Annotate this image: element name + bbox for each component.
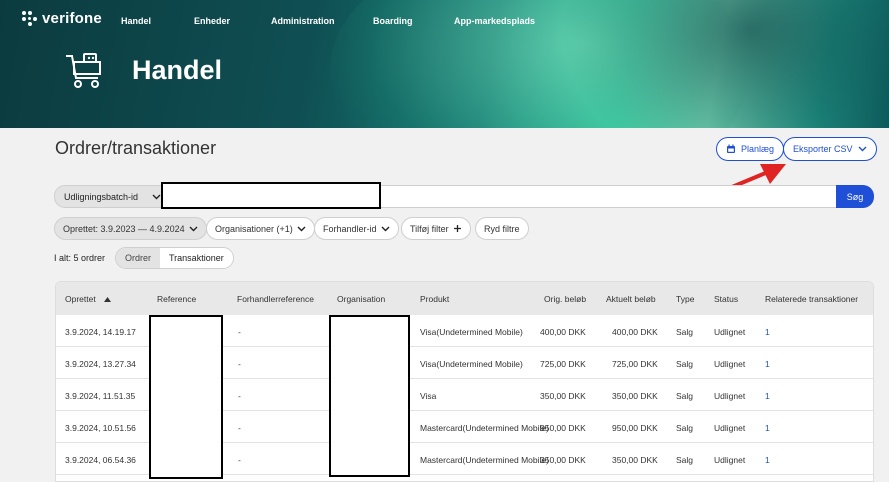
cell-reseller-reference: - — [238, 327, 241, 337]
add-filter-label: Tilføj filter — [410, 223, 449, 234]
cell-product: Mastercard(Undetermined Mobile) — [420, 455, 549, 465]
cell-current-amount: 400,00 DKK — [612, 327, 658, 337]
cell-current-amount: 350,00 DKK — [612, 455, 658, 465]
column-header-product[interactable]: Produkt — [420, 294, 449, 304]
hero-title: Handel — [132, 55, 223, 85]
reseller-id-filter-label: Forhandler-id — [323, 223, 377, 234]
cell-orig-amount: 400,00 DKK — [540, 327, 586, 337]
cell-status: Udlignet — [714, 359, 746, 369]
redacted-reference-column — [149, 315, 223, 479]
cell-created: 3.9.2024, 14.19.17 — [65, 327, 136, 337]
column-header-related-transactions[interactable]: Relaterede transaktioner — [765, 294, 858, 304]
organisations-filter-label: Organisationer (+1) — [215, 223, 293, 234]
cell-product: Mastercard(Undetermined Mobile) — [420, 423, 549, 433]
cell-status: Udlignet — [714, 455, 746, 465]
add-filter-button[interactable]: Tilføj filter — [401, 217, 471, 240]
cell-created: 3.9.2024, 13.27.34 — [65, 359, 136, 369]
cell-reseller-reference: - — [238, 423, 241, 433]
cell-status: Udlignet — [714, 423, 746, 433]
cell-orig-amount: 950,00 DKK — [540, 423, 586, 433]
clear-filters-label: Ryd filtre — [484, 223, 520, 234]
organisations-filter[interactable]: Organisationer (+1) — [206, 217, 315, 240]
total-count: I alt: 5 ordrer — [54, 253, 106, 263]
shopping-cart-icon — [66, 53, 101, 88]
chevron-down-icon — [189, 226, 198, 231]
chevron-down-icon — [152, 194, 161, 199]
chevron-down-icon — [858, 146, 867, 152]
nav-item-boarding[interactable]: Boarding — [373, 16, 413, 26]
cell-current-amount: 350,00 DKK — [612, 391, 658, 401]
reseller-id-filter[interactable]: Forhandler-id — [314, 217, 399, 240]
brand-logo[interactable]: verifone — [22, 10, 102, 27]
brand-name: verifone — [42, 10, 102, 27]
search-button[interactable]: Søg — [836, 185, 874, 208]
cell-type: Salg — [676, 391, 694, 401]
cell-type: Salg — [676, 327, 694, 337]
hero-banner: verifone Handel Enheder Administration B… — [0, 0, 889, 128]
toggle-orders[interactable]: Ordrer — [116, 248, 161, 268]
cell-product: Visa — [420, 391, 437, 401]
column-header-orig-amount[interactable]: Orig. beløb — [544, 294, 586, 304]
column-header-status[interactable]: Status — [714, 294, 738, 304]
column-header-label: Oprettet — [65, 294, 96, 304]
toggle-transactions[interactable]: Transaktioner — [160, 248, 233, 268]
plus-icon — [453, 225, 461, 232]
cell-type: Salg — [676, 423, 694, 433]
cell-product: Visa(Undetermined Mobile) — [420, 327, 523, 337]
column-header-created[interactable]: Oprettet — [65, 294, 112, 304]
cell-product: Visa(Undetermined Mobile) — [420, 359, 523, 369]
table-header: Oprettet Reference Forhandlerreference O… — [56, 282, 873, 315]
cell-reseller-reference: - — [238, 391, 241, 401]
export-csv-label: Eksporter CSV — [793, 144, 853, 154]
calendar-icon — [727, 144, 735, 153]
cell-reseller-reference: - — [238, 455, 241, 465]
search-field-select[interactable]: Udligningsbatch-id — [54, 185, 164, 208]
cell-current-amount: 725,00 DKK — [612, 359, 658, 369]
column-header-organisation[interactable]: Organisation — [337, 294, 385, 304]
transactions-table: Oprettet Reference Forhandlerreference O… — [55, 281, 874, 482]
chevron-down-icon — [297, 226, 306, 231]
nav-item-app-marketplace[interactable]: App-markedsplads — [454, 16, 535, 26]
view-toggle: Ordrer Transaktioner — [115, 247, 234, 269]
cell-created: 3.9.2024, 10.51.56 — [65, 423, 136, 433]
column-header-reseller-reference[interactable]: Forhandlerreference — [237, 294, 314, 304]
logo-dots-icon — [22, 10, 38, 27]
cell-status: Udlignet — [714, 391, 746, 401]
column-header-current-amount[interactable]: Aktuelt beløb — [606, 294, 656, 304]
cell-orig-amount: 350,00 DKK — [540, 391, 586, 401]
cell-related-link[interactable]: 1 — [765, 391, 770, 401]
cell-related-link[interactable]: 1 — [765, 327, 770, 337]
cell-created: 3.9.2024, 11.51.35 — [65, 391, 136, 401]
cell-orig-amount: 350,00 DKK — [540, 455, 586, 465]
cell-status: Udlignet — [714, 327, 746, 337]
search-field-label: Udligningsbatch-id — [64, 191, 139, 202]
cell-current-amount: 950,00 DKK — [612, 423, 658, 433]
page-title: Ordrer/transaktioner — [55, 138, 217, 158]
cell-related-link[interactable]: 1 — [765, 455, 770, 465]
export-csv-button[interactable]: Eksporter CSV — [783, 137, 877, 161]
cell-reseller-reference: - — [238, 359, 241, 369]
nav-item-handel[interactable]: Handel — [121, 16, 151, 26]
date-range-filter[interactable]: Oprettet: 3.9.2023 — 4.9.2024 — [54, 217, 207, 240]
cell-related-link[interactable]: 1 — [765, 423, 770, 433]
chevron-down-icon — [381, 226, 390, 231]
date-range-label: Oprettet: 3.9.2023 — 4.9.2024 — [63, 223, 185, 234]
sort-ascending-icon — [104, 297, 112, 302]
hero-decoration-dark — [560, 0, 889, 128]
cell-created: 3.9.2024, 06.54.36 — [65, 455, 136, 465]
column-header-reference[interactable]: Reference — [157, 294, 196, 304]
schedule-label: Planlæg — [741, 144, 775, 154]
clear-filters-button[interactable]: Ryd filtre — [475, 217, 529, 240]
search-bar: Udligningsbatch-id Søg — [54, 182, 874, 209]
column-header-type[interactable]: Type — [676, 294, 694, 304]
redacted-organisation-column — [329, 315, 410, 477]
cell-type: Salg — [676, 455, 694, 465]
cell-related-link[interactable]: 1 — [765, 359, 770, 369]
nav-item-enheder[interactable]: Enheder — [194, 16, 230, 26]
nav-item-administration[interactable]: Administration — [271, 16, 335, 26]
cell-orig-amount: 725,00 DKK — [540, 359, 586, 369]
cell-type: Salg — [676, 359, 694, 369]
redacted-search-value — [161, 182, 381, 209]
